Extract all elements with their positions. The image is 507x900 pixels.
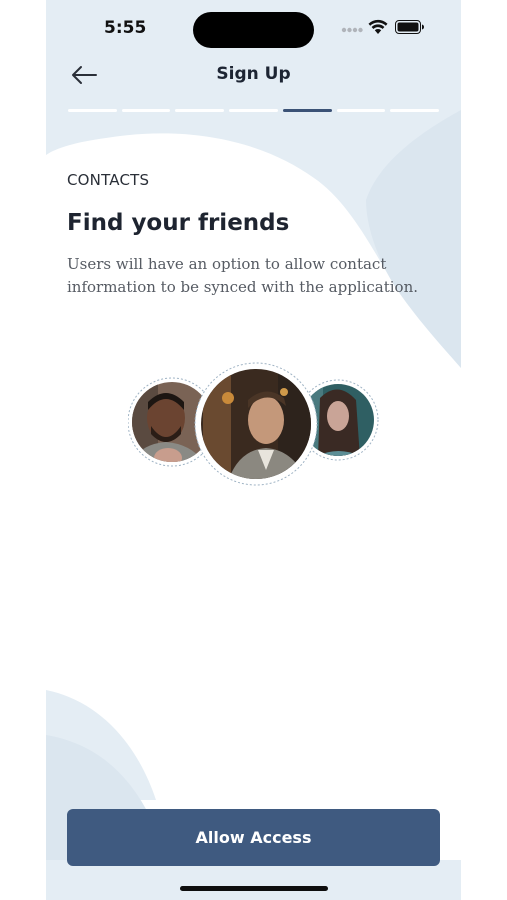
contact-avatar-2 <box>194 362 318 486</box>
progress-step <box>229 109 278 112</box>
progress-step <box>282 109 332 112</box>
screen: 5:55 Sign Up CONTACTS Find your friends … <box>0 0 507 900</box>
home-indicator <box>180 886 328 891</box>
progress-step <box>390 109 440 112</box>
progress-step <box>336 109 386 112</box>
phone-screen: 5:55 Sign Up CONTACTS Find your friends … <box>46 0 461 900</box>
signup-progress-indicator <box>68 109 440 113</box>
page-header-title: Sign Up <box>216 64 291 84</box>
progress-step <box>68 109 117 112</box>
wifi-icon <box>368 19 388 34</box>
page-title: Find your friends <box>67 210 290 236</box>
contact-avatars-group <box>128 362 379 486</box>
description-text: Users will have an option to allow conta… <box>67 255 419 296</box>
dynamic-island <box>193 12 314 48</box>
progress-step <box>121 109 171 112</box>
battery-icon <box>395 20 424 34</box>
cellular-signal-icon <box>341 27 363 33</box>
section-label: CONTACTS <box>67 171 150 189</box>
allow-access-button[interactable]: Allow Access <box>67 809 440 866</box>
status-time: 5:55 <box>104 18 147 38</box>
progress-step <box>175 109 225 112</box>
